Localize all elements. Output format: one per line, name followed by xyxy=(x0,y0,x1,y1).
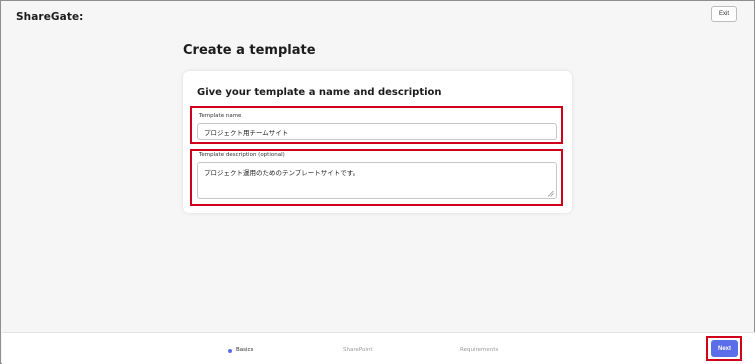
wizard-footer: Basics SharePoint Requirements xyxy=(2,332,755,364)
sharegate-logo: ShareGate: xyxy=(16,11,84,23)
active-step-dot-icon xyxy=(228,349,232,353)
template-description-label: Template description (optional) xyxy=(199,152,285,158)
template-card: Give your template a name and descriptio… xyxy=(183,71,572,213)
step-basics: Basics xyxy=(236,347,254,353)
step-requirements: Requirements xyxy=(460,347,499,353)
page-title: Create a template xyxy=(183,43,316,58)
app-frame: ShareGate: Exit Create a template Give y… xyxy=(0,0,755,364)
template-description-input[interactable]: プロジェクト運用のためのテンプレートサイトです。 xyxy=(197,162,557,199)
resize-grip-icon[interactable] xyxy=(547,190,554,197)
template-name-label: Template name xyxy=(199,113,242,119)
template-name-input[interactable] xyxy=(197,123,557,140)
next-button[interactable]: Next xyxy=(711,340,738,357)
step-sharepoint: SharePoint xyxy=(343,347,373,353)
card-heading: Give your template a name and descriptio… xyxy=(197,87,442,98)
exit-button[interactable]: Exit xyxy=(711,6,737,22)
